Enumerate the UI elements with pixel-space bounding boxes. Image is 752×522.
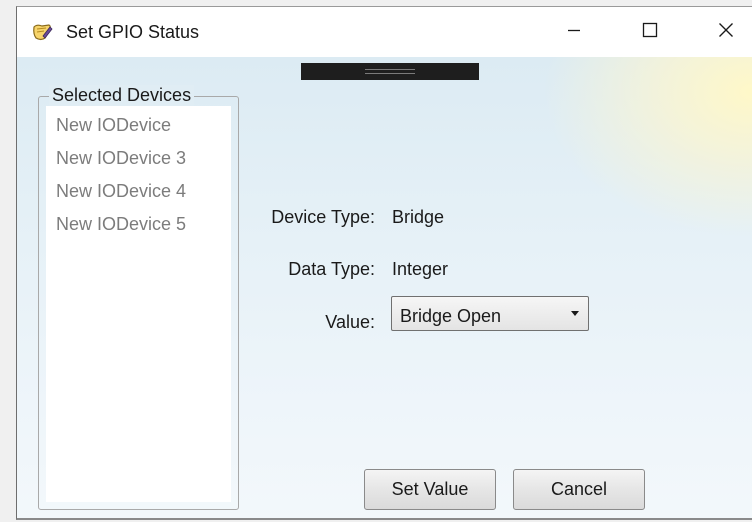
device-type-label: Device Type:: [271, 207, 375, 227]
title-bar[interactable]: Set GPIO Status: [17, 7, 752, 57]
notepad-edit-icon: [31, 22, 53, 42]
set-gpio-status-window: Set GPIO Status Selected Devices New IOD…: [16, 6, 752, 520]
drag-handle[interactable]: [301, 63, 479, 80]
selected-devices-list: New IODevice New IODevice 3 New IODevice…: [56, 115, 186, 247]
set-value-button[interactable]: Set Value: [364, 469, 496, 510]
data-type-value: Integer: [392, 259, 449, 279]
minimize-button[interactable]: [551, 7, 597, 57]
data-type-label: Data Type:: [288, 259, 375, 279]
window-title: Set GPIO Status: [66, 22, 200, 42]
device-type-value: Bridge: [392, 207, 445, 227]
list-item[interactable]: New IODevice: [56, 115, 186, 148]
list-item[interactable]: New IODevice 3: [56, 148, 186, 181]
cancel-button[interactable]: Cancel: [513, 469, 645, 510]
selected-devices-legend: Selected Devices: [49, 85, 195, 106]
close-button[interactable]: [703, 7, 749, 57]
grip-icon: [365, 69, 415, 74]
value-dropdown[interactable]: Bridge Open: [391, 296, 589, 331]
client-area: Selected Devices New IODevice New IODevi…: [17, 57, 752, 518]
maximize-button[interactable]: [627, 7, 673, 57]
close-icon: [718, 22, 734, 43]
value-dropdown-selected: Bridge Open: [400, 306, 502, 326]
minimize-icon: [566, 22, 582, 43]
list-item[interactable]: New IODevice 5: [56, 214, 186, 247]
list-item[interactable]: New IODevice 4: [56, 181, 186, 214]
maximize-icon: [642, 22, 658, 43]
value-label: Value:: [325, 312, 375, 332]
chevron-down-icon: [571, 311, 579, 316]
